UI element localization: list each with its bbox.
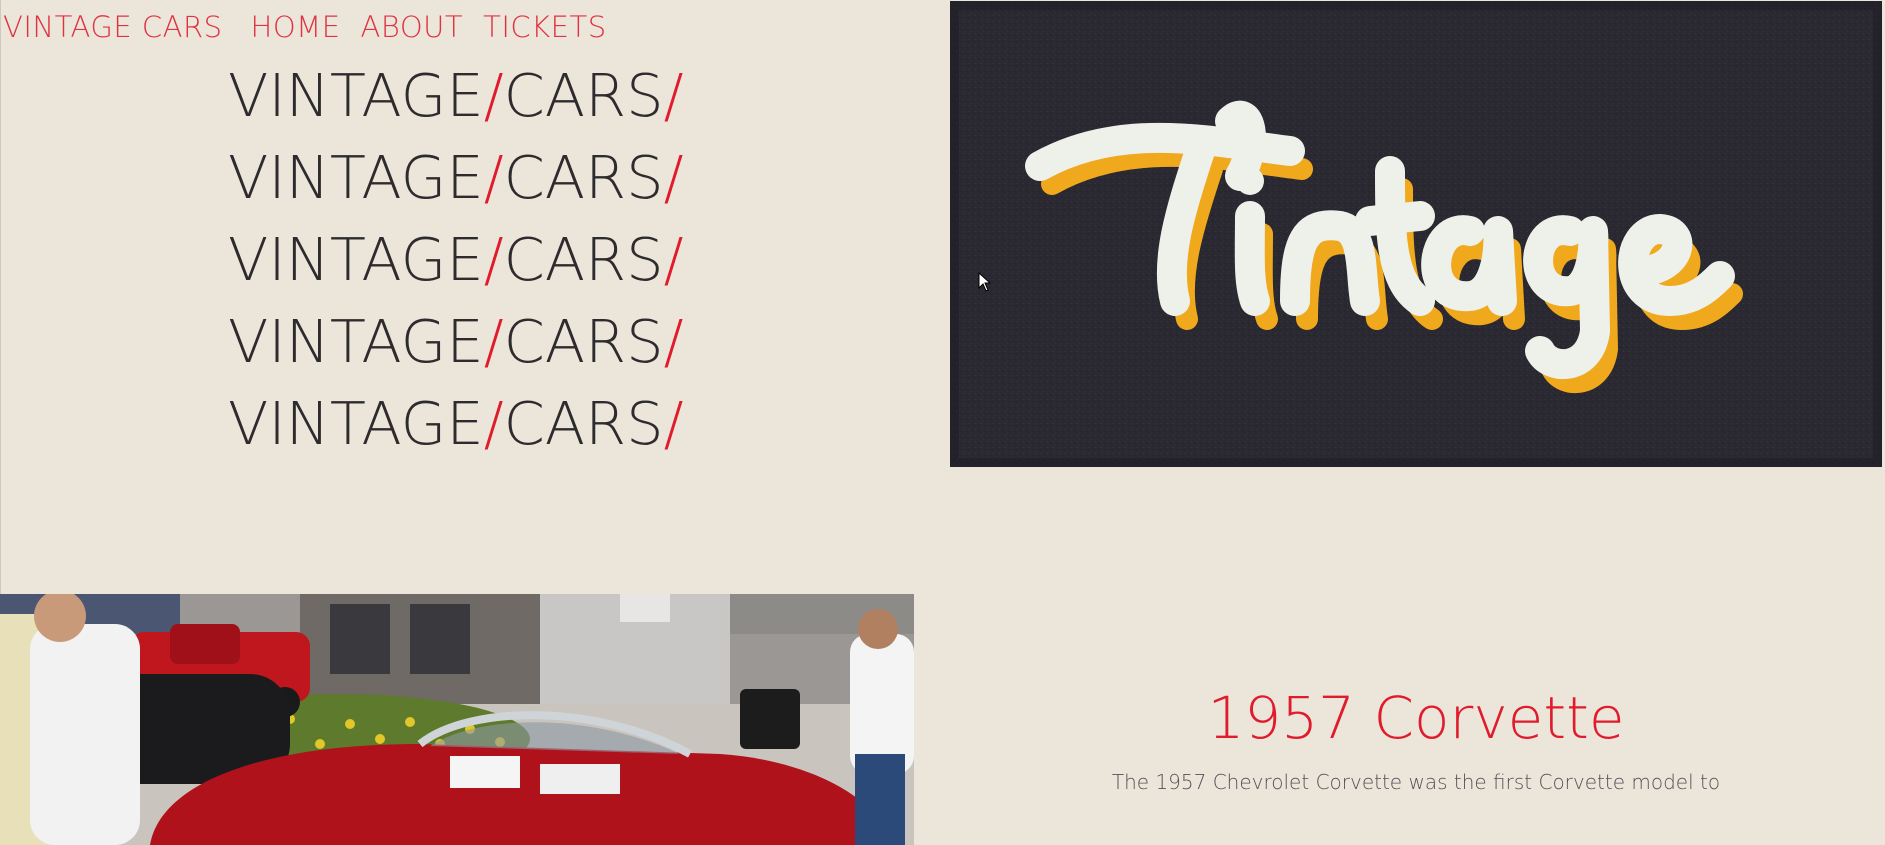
nav-link-about[interactable]: ABOUT (361, 10, 464, 44)
article-body: The 1957 Chevrolet Corvette was the firs… (1111, 770, 1721, 794)
hero-word-cars: CARS (503, 61, 664, 130)
hero-word-vintage: VINTAGE (228, 225, 484, 294)
hero-slash: / (483, 143, 504, 212)
hero-word-vintage: VINTAGE (228, 389, 484, 458)
nav-link-home[interactable]: HOME (251, 10, 341, 44)
hero-line: VINTAGE/CARS/ (228, 137, 683, 219)
hero-word-vintage: VINTAGE (228, 61, 484, 130)
hero-slash: / (483, 225, 504, 294)
article-title: 1957 Corvette (1207, 684, 1625, 752)
hero-word-cars: CARS (503, 143, 664, 212)
vintage-logo-banner (950, 1, 1882, 467)
hero-word-cars: CARS (503, 225, 664, 294)
top-nav: VINTAGE CARS HOME ABOUT TICKETS (3, 10, 627, 44)
hero-line: VINTAGE/CARS/ (228, 219, 683, 301)
hero-word-cars: CARS (503, 307, 664, 376)
mouse-cursor-icon (978, 272, 992, 292)
hero-word-vintage: VINTAGE (228, 307, 484, 376)
hero-word-vintage: VINTAGE (228, 143, 484, 212)
hero-word-cars: CARS (503, 389, 664, 458)
hero-slash: / (483, 307, 504, 376)
nav-link-tickets[interactable]: TICKETS (483, 10, 606, 44)
hero-slash: / (663, 225, 684, 294)
vintage-logo-image (950, 1, 1882, 467)
car-show-image (0, 594, 914, 845)
hero-line: VINTAGE/CARS/ (228, 55, 683, 137)
hero-line: VINTAGE/CARS/ (228, 301, 683, 383)
car-show-photo (0, 594, 914, 845)
article-section: 1957 Corvette The 1957 Chevrolet Corvett… (950, 680, 1882, 794)
hero-slash: / (663, 307, 684, 376)
hero-slash: / (663, 389, 684, 458)
hero-slash: / (663, 143, 684, 212)
hero-slash: / (483, 389, 504, 458)
hero-slash: / (483, 61, 504, 130)
nav-brand[interactable]: VINTAGE CARS (3, 10, 223, 44)
hero-line: VINTAGE/CARS/ (228, 383, 683, 465)
hero-slash: / (663, 61, 684, 130)
hero-title-stack: VINTAGE/CARS/ VINTAGE/CARS/ VINTAGE/CARS… (228, 55, 683, 465)
